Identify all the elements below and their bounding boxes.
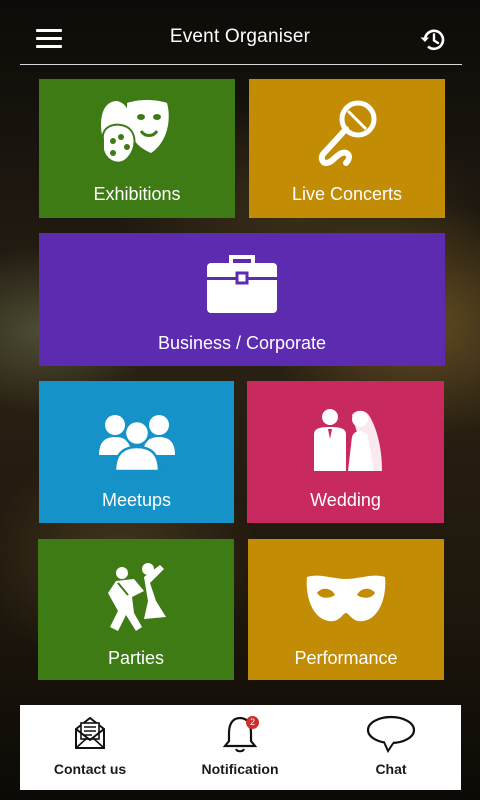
contact-us-label: Contact us	[53, 761, 127, 777]
history-button[interactable]	[418, 26, 448, 54]
bottom-navigation: Contact us Notification Chat	[20, 705, 461, 790]
contact-us-button[interactable]: Contact us	[20, 705, 160, 790]
tile-wedding[interactable]: Wedding	[247, 381, 444, 523]
tile-label-wedding: Wedding	[310, 490, 381, 510]
couple-icon	[313, 409, 382, 471]
tile-parties[interactable]: Parties	[38, 539, 234, 680]
masquerade-mask-icon	[306, 575, 386, 622]
tile-performance[interactable]: Performance	[248, 539, 444, 680]
chat-button[interactable]: Chat	[321, 705, 461, 790]
notification-label: Notification	[201, 761, 279, 777]
dancing-couple-icon	[108, 563, 166, 631]
history-icon	[420, 29, 445, 51]
tile-business-corporate[interactable]: Business / Corporate	[39, 233, 445, 366]
chat-label: Chat	[375, 761, 407, 777]
tile-label-parties: Parties	[107, 648, 165, 668]
app-title: Event Organiser	[169, 26, 311, 47]
people-group-icon	[98, 415, 175, 473]
tile-exhibitions[interactable]: Exhibitions	[39, 79, 235, 218]
briefcase-icon	[207, 255, 277, 313]
notification-badge: 2	[246, 716, 259, 729]
microphone-icon	[318, 100, 377, 167]
envelope-icon	[75, 716, 105, 749]
tile-label-business-corporate: Business / Corporate	[157, 333, 327, 353]
tile-label-performance: Performance	[294, 648, 398, 668]
app-header: Event Organiser	[0, 0, 480, 65]
notification-button[interactable]: Notification	[170, 705, 310, 790]
tile-live-concerts[interactable]: Live Concerts	[249, 79, 445, 218]
tile-label-live-concerts: Live Concerts	[291, 184, 403, 204]
theater-masks-icon	[101, 100, 169, 164]
header-divider	[20, 64, 462, 65]
tile-meetups[interactable]: Meetups	[39, 381, 234, 523]
tile-label-meetups: Meetups	[101, 490, 172, 510]
tile-label-exhibitions: Exhibitions	[93, 184, 181, 204]
speech-bubble-icon	[366, 715, 416, 753]
